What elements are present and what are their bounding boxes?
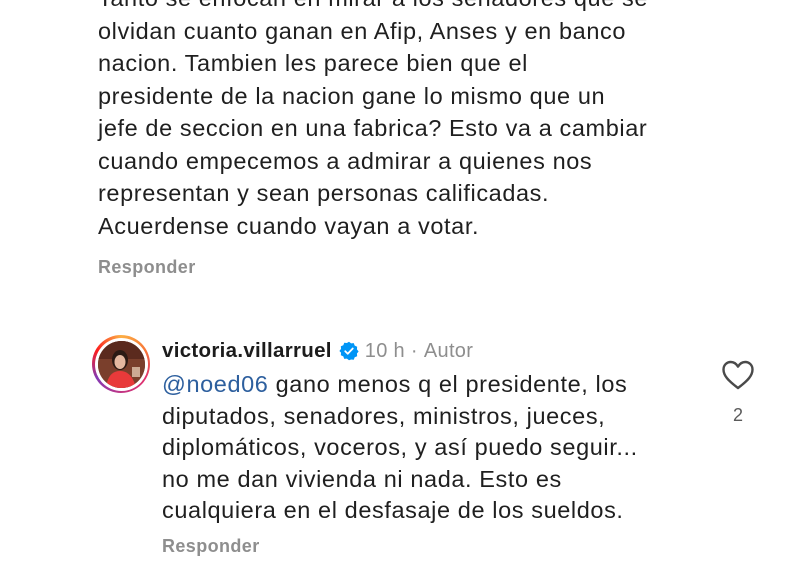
comment-1-text: Tanto se enfocan en mirar a los senadore… [98, 0, 648, 239]
comment-2-text: @noed06 gano menos q el presidente, los … [162, 369, 702, 527]
comment-2-header: victoria.villarruel 10 h · Autor [162, 337, 473, 365]
comment-1-reply-button[interactable]: Responder [98, 257, 196, 278]
comment-1: Tanto se enfocan en mirar a los senadore… [98, 0, 718, 242]
meta-separator: · [410, 339, 418, 362]
author-label: Autor [423, 339, 474, 362]
avatar[interactable] [92, 335, 150, 393]
heart-icon[interactable] [721, 359, 755, 391]
verified-badge-icon [339, 341, 359, 361]
username[interactable]: victoria.villarruel [162, 339, 332, 363]
comment-2: victoria.villarruel 10 h · Autor @noed06… [0, 322, 790, 576]
like-count: 2 [732, 405, 743, 425]
comment-2-reply-button[interactable]: Responder [162, 536, 260, 557]
avatar-photo [97, 340, 145, 388]
mention-link[interactable]: @noed06 [162, 371, 268, 397]
timestamp: 10 h [364, 339, 405, 362]
